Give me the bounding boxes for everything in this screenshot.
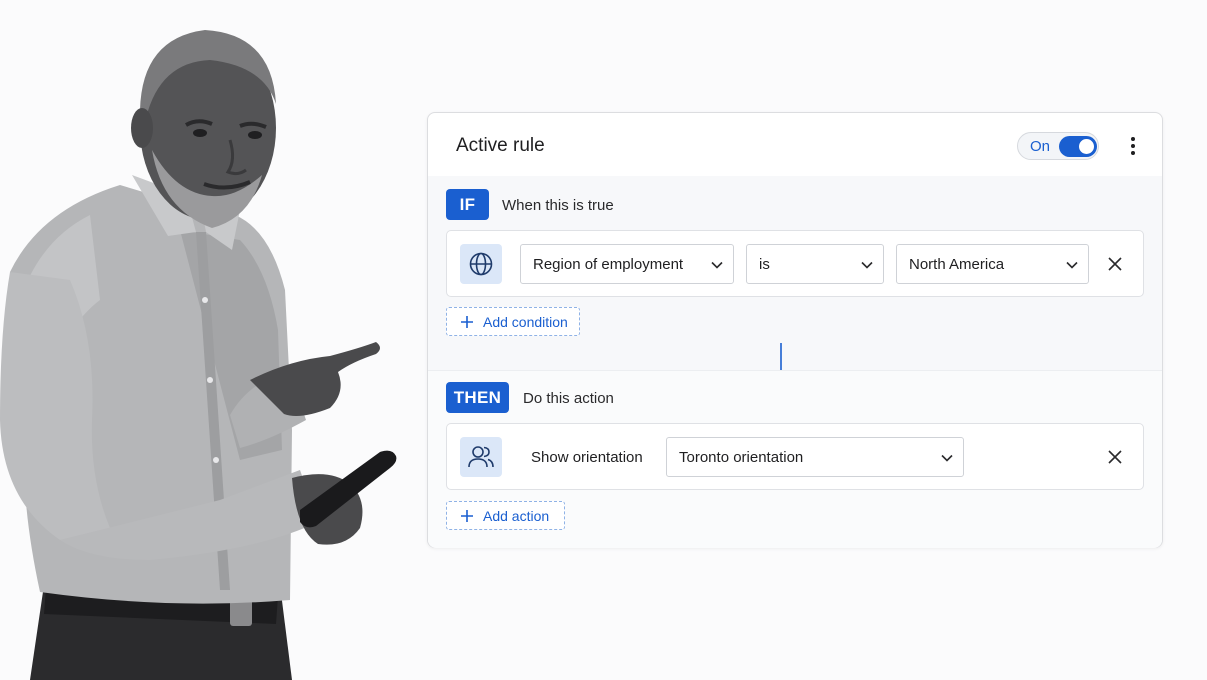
rule-toggle[interactable]: On bbox=[1017, 132, 1099, 160]
then-caption: Do this action bbox=[523, 390, 614, 407]
active-rule-card: Active rule On IF When this is true Regi… bbox=[427, 112, 1163, 548]
people-icon bbox=[460, 437, 502, 477]
if-tag: IF bbox=[446, 189, 489, 220]
person-photo bbox=[0, 30, 397, 680]
action-row: Show orientation Toronto orientation bbox=[446, 423, 1144, 490]
close-icon[interactable] bbox=[1106, 448, 1124, 466]
chevron-down-icon bbox=[1066, 261, 1078, 269]
if-caption: When this is true bbox=[502, 197, 614, 214]
action-label: Show orientation bbox=[531, 449, 643, 466]
then-section: THEN Do this action Show orientation Tor… bbox=[428, 370, 1162, 548]
add-action-button[interactable]: Add action bbox=[446, 501, 565, 530]
card-header: Active rule On bbox=[428, 113, 1162, 177]
condition-operator-select[interactable]: is bbox=[746, 244, 884, 284]
plus-icon bbox=[461, 510, 473, 522]
condition-operator-value: is bbox=[759, 256, 770, 273]
add-condition-button[interactable]: Add condition bbox=[446, 307, 580, 336]
action-value: Toronto orientation bbox=[679, 449, 804, 466]
condition-row: Region of employment is North America bbox=[446, 230, 1144, 297]
add-action-label: Add action bbox=[483, 508, 550, 524]
condition-value-select[interactable]: North America bbox=[896, 244, 1089, 284]
toggle-switch[interactable] bbox=[1059, 136, 1097, 157]
chevron-down-icon bbox=[941, 454, 953, 462]
close-icon[interactable] bbox=[1106, 255, 1124, 273]
plus-icon bbox=[461, 316, 473, 328]
card-title: Active rule bbox=[456, 135, 545, 156]
then-tag: THEN bbox=[446, 382, 509, 413]
more-vertical-icon[interactable] bbox=[1122, 133, 1144, 159]
if-section: IF When this is true Region of employmen… bbox=[428, 176, 1162, 370]
globe-icon bbox=[460, 244, 502, 284]
condition-field-value: Region of employment bbox=[533, 256, 684, 273]
toggle-label: On bbox=[1030, 138, 1051, 155]
add-condition-label: Add condition bbox=[483, 314, 568, 330]
action-value-select[interactable]: Toronto orientation bbox=[666, 437, 964, 477]
chevron-down-icon bbox=[711, 261, 723, 269]
toggle-knob bbox=[1079, 139, 1094, 154]
chevron-down-icon bbox=[861, 261, 873, 269]
condition-field-select[interactable]: Region of employment bbox=[520, 244, 734, 284]
condition-value: North America bbox=[909, 256, 1005, 273]
